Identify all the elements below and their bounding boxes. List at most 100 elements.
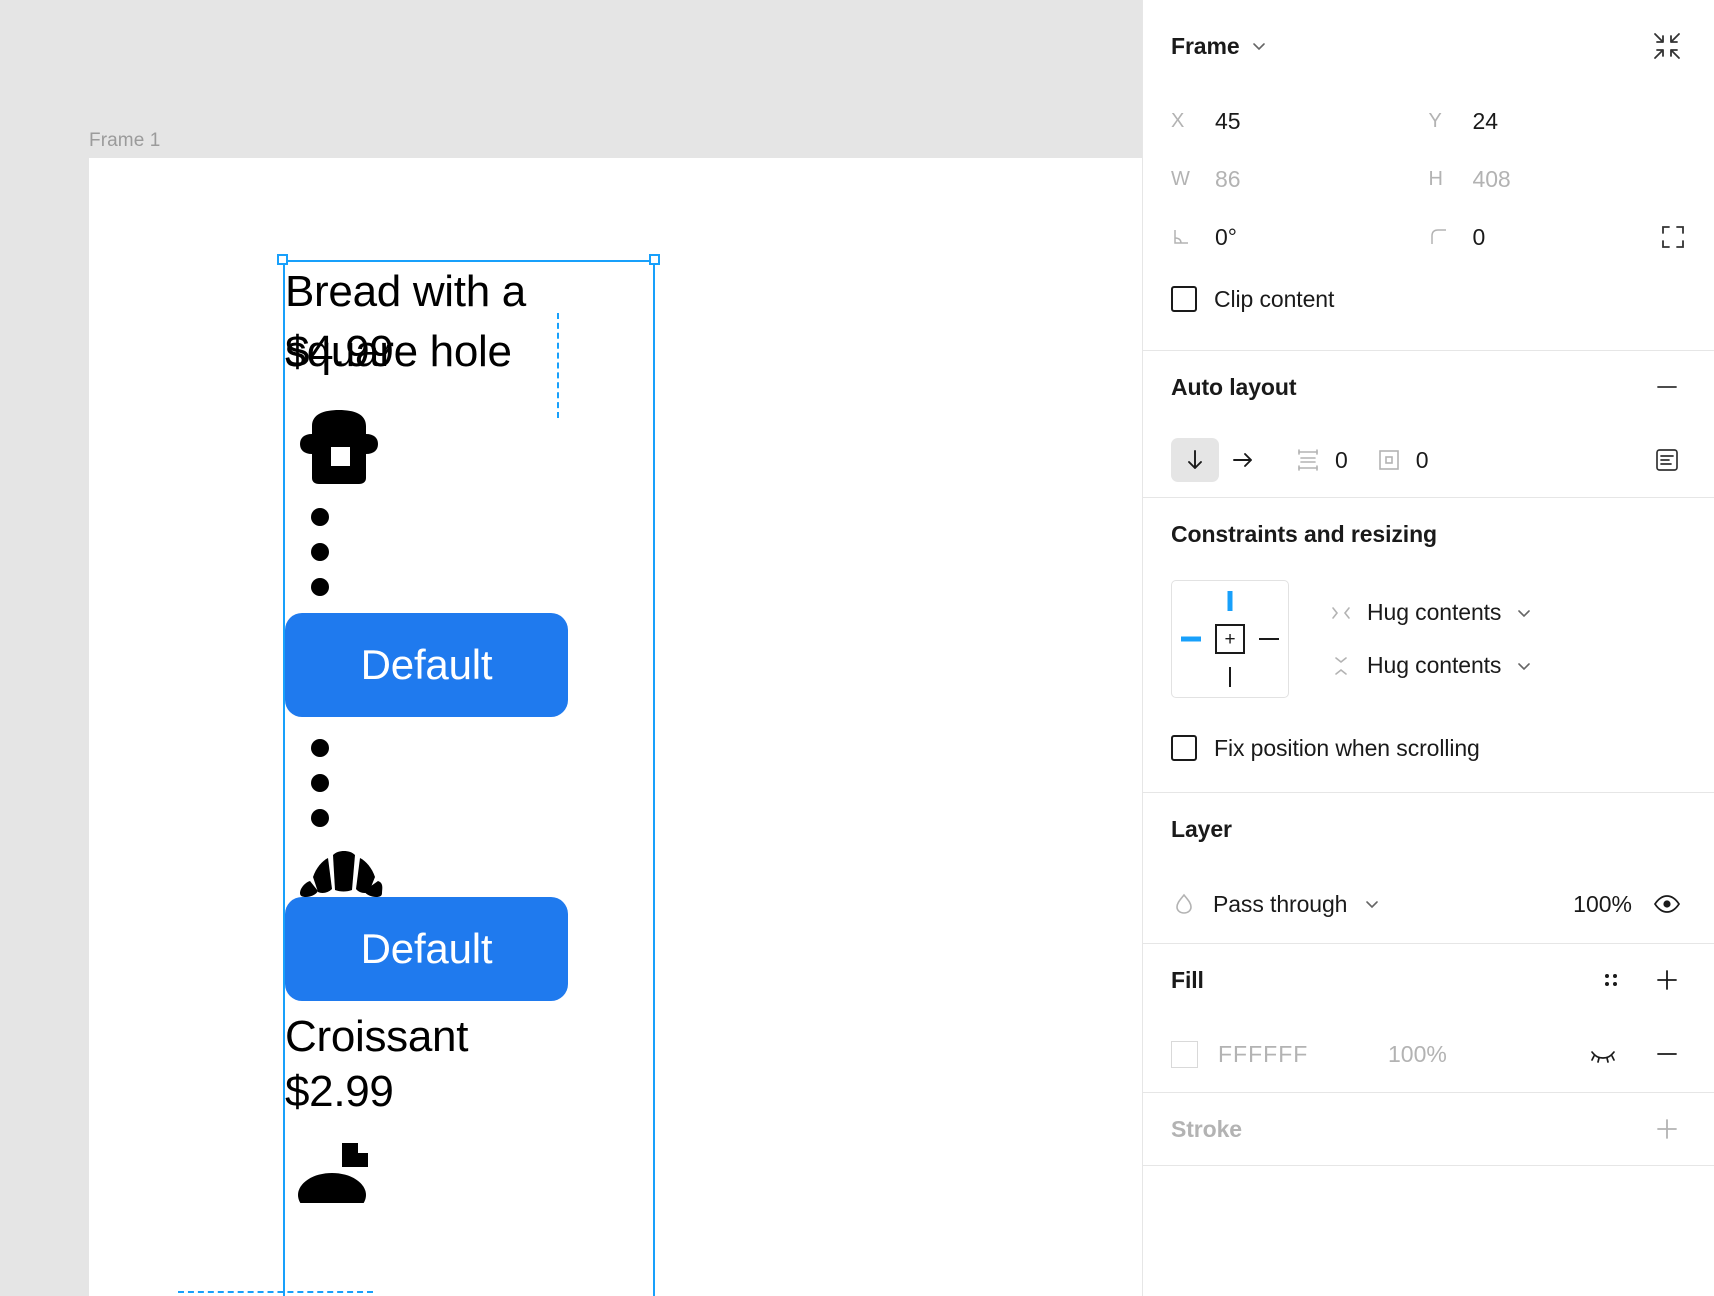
constraint-bottom[interactable] [1229,667,1231,687]
alignment-icon[interactable] [1648,441,1686,479]
independent-corners-icon[interactable] [1660,224,1686,250]
measurement-guide-horizontal [178,1291,373,1293]
auto-layout-direction-vertical[interactable] [1171,438,1219,482]
bread-slice-icon[interactable] [298,408,655,486]
constraint-left[interactable] [1181,636,1201,642]
default-button-2[interactable]: Default [285,897,568,1001]
fix-position-checkbox[interactable] [1171,735,1197,761]
dot [311,809,329,827]
node-type-selector[interactable]: Frame [1171,33,1268,60]
layer-opacity-value[interactable]: 100% [1573,891,1632,918]
dots-indicator-group [311,739,655,827]
transform-properties: X 45 Y 24 W 86 H 408 0° 0 Clip content [1171,92,1686,350]
dot [311,543,329,561]
four-dots-icon[interactable] [1592,961,1630,999]
panel-title: Frame [1171,32,1240,59]
clip-content-row[interactable]: Clip content [1171,266,1686,332]
constraint-top[interactable] [1227,591,1233,611]
dot [311,578,329,596]
fill-hex-value[interactable]: FFFFFF [1218,1041,1368,1068]
x-value: 45 [1215,107,1241,134]
fill-title: Fill [1171,966,1204,993]
vertical-resize-value: Hug contents [1367,652,1502,678]
remove-auto-layout-icon[interactable] [1648,368,1686,406]
rotation-value: 0° [1215,223,1237,250]
spacing-value: 0 [1335,446,1348,473]
cup-icon[interactable] [298,1133,655,1203]
x-label: X [1171,109,1185,132]
horizontal-resizing-select[interactable]: Hug contents [1329,599,1533,626]
w-label: W [1171,167,1190,190]
frame-label[interactable]: Frame 1 [89,130,160,152]
fix-position-row[interactable]: Fix position when scrolling [1171,726,1686,792]
y-value: 24 [1472,107,1498,134]
y-field[interactable]: Y 24 [1429,108,1687,135]
add-stroke-icon[interactable] [1648,1110,1686,1148]
eye-hidden-icon[interactable] [1584,1035,1622,1073]
add-fill-icon[interactable] [1648,961,1686,999]
fill-opacity-value[interactable]: 100% [1388,1041,1447,1068]
design-content: Bread with a square hole $4.99 Default D… [285,262,655,1203]
position-row: X 45 Y 24 [1171,92,1686,150]
selection-handle-top-left[interactable] [277,254,288,265]
fix-position-label: Fix position when scrolling [1214,734,1480,761]
height-field[interactable]: H 408 [1429,166,1687,193]
fill-color-swatch[interactable] [1171,1040,1198,1068]
fill-row: FFFFFF 100% [1171,1016,1686,1092]
chevron-down-icon[interactable] [1515,657,1533,675]
chevron-down-icon[interactable] [1363,895,1381,913]
auto-layout-spacing-field[interactable]: 0 [1295,447,1348,474]
item-price-text-2[interactable]: $2.99 [285,1063,655,1121]
chevron-down-icon[interactable] [1515,604,1533,622]
chevron-down-icon[interactable] [1250,37,1268,55]
fill-section: Fill FFFFFF 100% [1143,944,1714,1093]
corner-radius-field[interactable]: 0 [1429,224,1687,251]
remove-fill-icon[interactable] [1648,1035,1686,1073]
dot [311,739,329,757]
item-name-text[interactable]: Croissant [285,1011,655,1063]
auto-layout-padding-field[interactable]: 0 [1376,447,1429,474]
auto-layout-section: Auto layout 0 0 [1143,351,1714,498]
vertical-resizing-select[interactable]: Hug contents [1329,652,1533,679]
constraints-section: Constraints and resizing + Hug contents … [1143,498,1714,793]
figma-window: Frame 1 Bread with a square hole $4.99 D… [0,0,1714,1296]
clip-content-label: Clip content [1214,285,1335,312]
constraints-widget[interactable]: + [1171,580,1289,698]
item-price-text[interactable]: $4.99 [285,322,394,382]
rotation-corner-row: 0° 0 [1171,208,1686,266]
eye-visible-icon[interactable] [1648,885,1686,923]
horizontal-resize-icon [1329,601,1353,625]
layer-title: Layer [1171,815,1232,842]
constraint-center-plus-icon[interactable]: + [1215,624,1245,654]
horizontal-resize-value: Hug contents [1367,599,1502,625]
canvas-area[interactable]: Frame 1 Bread with a square hole $4.99 D… [0,0,1224,1296]
x-field[interactable]: X 45 [1171,108,1429,135]
y-label: Y [1428,109,1442,132]
rotation-field[interactable]: 0° [1171,224,1429,251]
blend-mode-icon [1171,891,1197,917]
angle-icon [1171,227,1215,247]
clip-content-checkbox[interactable] [1171,286,1197,312]
croissant-icon[interactable] [298,849,655,897]
size-row: W 86 H 408 [1171,150,1686,208]
w-value: 86 [1215,165,1241,192]
spacing-icon [1295,447,1321,473]
layer-section: Layer Pass through 100% [1143,793,1714,944]
frame-canvas[interactable] [89,158,1224,1296]
default-button-1[interactable]: Default [285,613,568,717]
auto-layout-direction-horizontal[interactable] [1219,438,1267,482]
stroke-title: Stroke [1171,1115,1242,1142]
collapse-arrows-icon[interactable] [1648,27,1686,65]
panel-header-section: Frame X 45 Y 24 W 86 H 408 0° 0 Clip con… [1143,0,1714,351]
padding-value: 0 [1415,446,1429,473]
vertical-resize-icon [1329,654,1353,678]
constraint-right[interactable] [1259,638,1279,640]
dot [311,508,329,526]
selection-handle-top-right[interactable] [649,254,660,265]
dot [311,774,329,792]
dots-indicator-group [311,508,655,596]
properties-panel: Frame X 45 Y 24 W 86 H 408 0° 0 Clip con… [1142,0,1714,1296]
width-field[interactable]: W 86 [1171,166,1429,193]
constraints-title: Constraints and resizing [1171,520,1437,547]
blend-mode-value: Pass through [1213,890,1348,917]
